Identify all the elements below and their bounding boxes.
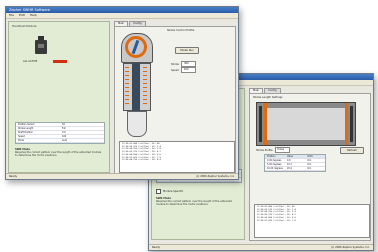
- stroke-inner: [265, 108, 345, 140]
- stroke-label: Stroke: [171, 62, 179, 66]
- stroke-visual: [256, 102, 356, 146]
- menu-file[interactable]: File: [9, 13, 14, 17]
- actuator-base: [127, 111, 147, 137]
- status-text: Ready: [9, 175, 18, 178]
- front-notes: SWR Mode Requires the correct pattern ov…: [15, 148, 103, 157]
- left-pane-title: Handheld Module: [12, 24, 37, 28]
- front-menubar: File Edit Help: [6, 13, 238, 19]
- actuator-scale: [125, 67, 129, 107]
- actuator-graphic: [119, 31, 153, 137]
- back-value-table: Position Value Units 0.00 degrees 0.0 mm 5.0…: [264, 154, 326, 172]
- checkbox-icon[interactable]: [156, 189, 161, 194]
- speed-input[interactable]: 100: [180, 67, 196, 73]
- speed-field[interactable]: Speed 100: [171, 67, 196, 73]
- settings-label: Stroke Control Profile: [167, 29, 195, 32]
- module-checkbox-row[interactable]: Module Specific: [156, 189, 183, 194]
- axis-icon: [350, 106, 353, 142]
- combo-value[interactable]: Pulse: [274, 147, 290, 153]
- speed-label: Speed: [171, 68, 179, 72]
- back-notes: SWR Mode Requires the correct pattern ov…: [156, 197, 238, 206]
- actuator-rod: [132, 63, 140, 113]
- front-left-pane: Handheld Module ALL ACTIVE Position Sens…: [8, 21, 110, 173]
- combo-label: Stroke Profile: [256, 148, 273, 152]
- device-label: ALL ACTIVE: [23, 60, 38, 63]
- copyright-text: (c) 2006 Zepher Systems, Inc.: [330, 246, 370, 249]
- settings-label: Stroke Length Settings: [253, 96, 283, 99]
- log-line: 12:33:08.750 Ctrl(Pos): 20: 8.4: [122, 159, 161, 162]
- front-log[interactable]: 12:33:02.000 Ctrl(Pos): 20: 00 12:33:03.…: [119, 141, 235, 173]
- refresh-button[interactable]: Refresh: [340, 147, 364, 154]
- copyright-text: (c) 2006 Zepher Systems, Inc.: [195, 175, 235, 178]
- device-status-indicator: [53, 60, 67, 63]
- back-right-panel: Stroke Length Settings Stroke Profile Pu…: [249, 93, 371, 241]
- marker-left: [264, 103, 267, 145]
- front-statusbar: Ready (c) 2006 Zepher Systems, Inc.: [6, 173, 238, 179]
- table-row: Mode Auto: [16, 139, 104, 143]
- notes-text: Requires the correct pattern over the le…: [156, 200, 232, 206]
- menu-help[interactable]: Help: [30, 13, 37, 17]
- back-log[interactable]: 12:33:02.000 Ctrl(Pos): 20: 00 12:33:03.…: [254, 204, 370, 238]
- menu-edit[interactable]: Edit: [19, 13, 25, 17]
- table-row: 10.00 degrees 20.4 mm: [265, 167, 325, 171]
- axis-icon: [259, 106, 262, 142]
- profile-combo[interactable]: Stroke Profile Pulse: [256, 147, 290, 153]
- marker-right: [345, 103, 348, 145]
- front-window: Zepher SWHR Software File Edit Help Hand…: [5, 6, 239, 180]
- notes-text: Requires the correct pattern over the le…: [15, 151, 102, 157]
- model-run-button[interactable]: Model Run: [175, 47, 199, 54]
- log-line: 12:33:07.625 Ctrl(Pos): 20: 7.0: [257, 219, 296, 222]
- module-label: Module Specific: [163, 190, 184, 193]
- status-text: Ready: [152, 246, 161, 249]
- front-right-panel: Stroke Control Profile Model Run Stroke …: [114, 26, 236, 174]
- device-icon[interactable]: [35, 36, 47, 58]
- back-statusbar: Ready (c) 2006 Zepher Systems, Inc.: [149, 244, 373, 250]
- front-lower-table: Position Sensor On Stroke Length Full Shaf…: [15, 122, 105, 144]
- actuator-scale: [143, 67, 147, 107]
